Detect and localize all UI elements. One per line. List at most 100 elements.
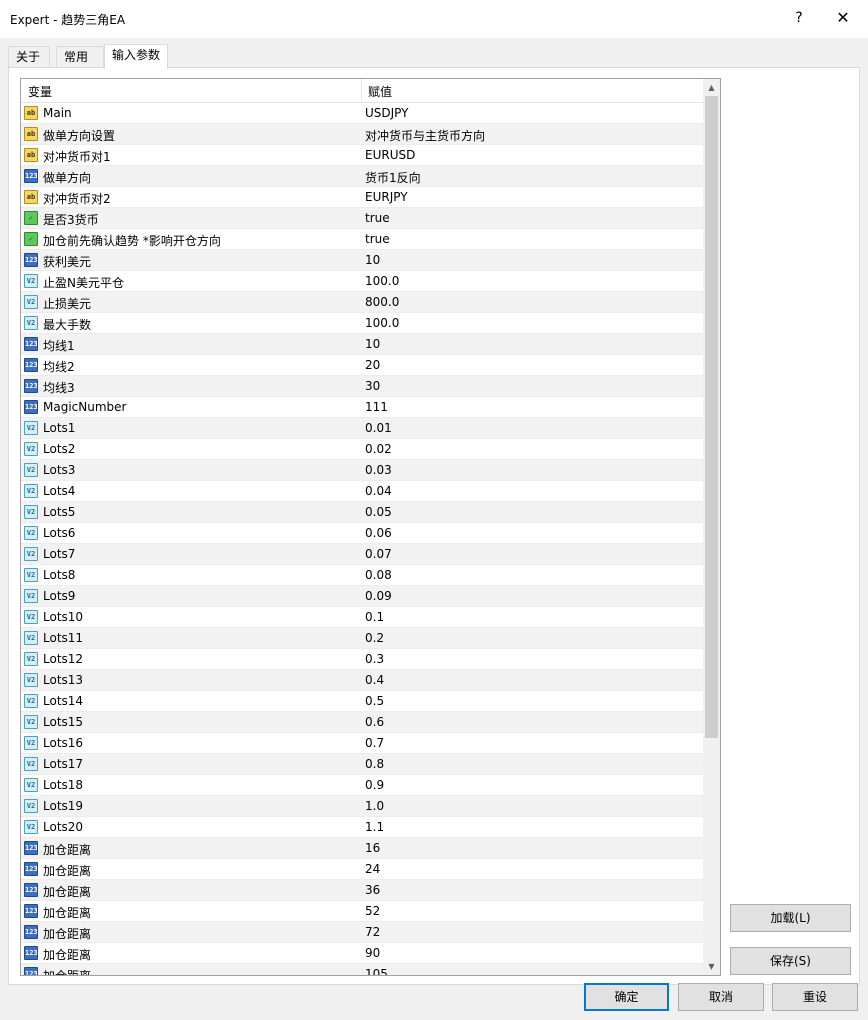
parameter-value[interactable]: 72: [365, 925, 380, 939]
vertical-scrollbar[interactable]: ▲ ▼: [703, 79, 720, 975]
parameter-value[interactable]: 24: [365, 862, 380, 876]
help-icon[interactable]: ?: [788, 7, 810, 29]
parameter-value[interactable]: 20: [365, 358, 380, 372]
parameter-value[interactable]: 90: [365, 946, 380, 960]
table-row[interactable]: V2 Lots15 0.6: [21, 712, 703, 733]
table-row[interactable]: V2 Lots16 0.7: [21, 733, 703, 754]
column-divider[interactable]: [361, 79, 362, 103]
table-row[interactable]: 123 加仓距离 90: [21, 943, 703, 964]
table-row[interactable]: ab Main USDJPY: [21, 103, 703, 124]
parameter-value[interactable]: 36: [365, 883, 380, 897]
scroll-thumb[interactable]: [705, 96, 718, 738]
parameter-value[interactable]: 货币1反向: [365, 169, 421, 186]
parameter-value[interactable]: 52: [365, 904, 380, 918]
table-row[interactable]: V2 Lots1 0.01: [21, 418, 703, 439]
parameter-value[interactable]: true: [365, 211, 390, 225]
tab-common[interactable]: 常用: [56, 46, 104, 68]
table-row[interactable]: V2 Lots3 0.03: [21, 460, 703, 481]
parameter-value[interactable]: 100.0: [365, 316, 399, 330]
parameter-value[interactable]: 0.3: [365, 652, 384, 666]
column-header-value[interactable]: 赋值: [368, 83, 392, 100]
parameter-value[interactable]: EURUSD: [365, 148, 415, 162]
table-row[interactable]: V2 Lots2 0.02: [21, 439, 703, 460]
parameter-value[interactable]: 0.08: [365, 568, 392, 582]
scroll-down-icon[interactable]: ▼: [703, 958, 720, 975]
scroll-up-icon[interactable]: ▲: [703, 79, 720, 96]
table-row[interactable]: V2 Lots11 0.2: [21, 628, 703, 649]
parameter-value[interactable]: EURJPY: [365, 190, 408, 204]
parameter-value[interactable]: 0.02: [365, 442, 392, 456]
table-row[interactable]: V2 Lots13 0.4: [21, 670, 703, 691]
parameter-value[interactable]: 10: [365, 337, 380, 351]
parameter-value[interactable]: 0.5: [365, 694, 384, 708]
parameter-value[interactable]: 1.0: [365, 799, 384, 813]
parameter-value[interactable]: 0.09: [365, 589, 392, 603]
load-button[interactable]: 加载(L): [730, 904, 851, 932]
table-row[interactable]: 123 加仓距离 105: [21, 964, 703, 975]
parameter-value[interactable]: 0.8: [365, 757, 384, 771]
table-row[interactable]: 123 获利美元 10: [21, 250, 703, 271]
parameter-value[interactable]: 0.4: [365, 673, 384, 687]
parameter-value[interactable]: 0.03: [365, 463, 392, 477]
table-row[interactable]: V2 止盈N美元平仓 100.0: [21, 271, 703, 292]
table-row[interactable]: 123 均线3 30: [21, 376, 703, 397]
table-row[interactable]: V2 最大手数 100.0: [21, 313, 703, 334]
table-row[interactable]: V2 Lots9 0.09: [21, 586, 703, 607]
table-row[interactable]: V2 Lots19 1.0: [21, 796, 703, 817]
table-row[interactable]: 123 做单方向 货币1反向: [21, 166, 703, 187]
ok-button[interactable]: 确定: [584, 983, 669, 1011]
table-row[interactable]: V2 止损美元 800.0: [21, 292, 703, 313]
table-row[interactable]: ab 对冲货币对1 EURUSD: [21, 145, 703, 166]
table-row[interactable]: V2 Lots10 0.1: [21, 607, 703, 628]
tab-about[interactable]: 关于: [8, 46, 50, 68]
table-row[interactable]: V2 Lots17 0.8: [21, 754, 703, 775]
table-row[interactable]: 123 加仓距离 24: [21, 859, 703, 880]
parameter-value[interactable]: 0.05: [365, 505, 392, 519]
parameter-value[interactable]: 0.07: [365, 547, 392, 561]
parameter-value[interactable]: 0.01: [365, 421, 392, 435]
parameters-list[interactable]: 变量 赋值 ab Main USDJPY ab 做单方向设置 对冲货币与主货币方向 ab 对冲…: [20, 78, 721, 976]
table-row[interactable]: 123 均线1 10: [21, 334, 703, 355]
parameter-value[interactable]: 对冲货币与主货币方向: [365, 127, 485, 144]
parameter-value[interactable]: 105: [365, 967, 388, 975]
parameter-value[interactable]: 0.9: [365, 778, 384, 792]
table-row[interactable]: V2 Lots18 0.9: [21, 775, 703, 796]
table-row[interactable]: V2 Lots5 0.05: [21, 502, 703, 523]
table-row[interactable]: 123 MagicNumber 111: [21, 397, 703, 418]
parameter-value[interactable]: 800.0: [365, 295, 399, 309]
reset-button[interactable]: 重设: [772, 983, 858, 1011]
table-row[interactable]: ✓ 是否3货币 true: [21, 208, 703, 229]
table-row[interactable]: V2 Lots14 0.5: [21, 691, 703, 712]
table-row[interactable]: 123 加仓距离 72: [21, 922, 703, 943]
parameter-value[interactable]: 30: [365, 379, 380, 393]
parameter-value[interactable]: 16: [365, 841, 380, 855]
cancel-button[interactable]: 取消: [678, 983, 764, 1011]
table-row[interactable]: V2 Lots6 0.06: [21, 523, 703, 544]
table-row[interactable]: ✓ 加仓前先确认趋势 *影响开仓方向 true: [21, 229, 703, 250]
column-header-variable[interactable]: 变量: [28, 83, 52, 100]
table-row[interactable]: 123 均线2 20: [21, 355, 703, 376]
table-row[interactable]: V2 Lots4 0.04: [21, 481, 703, 502]
parameter-value[interactable]: USDJPY: [365, 106, 408, 120]
table-row[interactable]: ab 做单方向设置 对冲货币与主货币方向: [21, 124, 703, 145]
parameter-value[interactable]: true: [365, 232, 390, 246]
parameter-value[interactable]: 0.7: [365, 736, 384, 750]
parameter-value[interactable]: 0.06: [365, 526, 392, 540]
table-row[interactable]: V2 Lots7 0.07: [21, 544, 703, 565]
table-row[interactable]: ab 对冲货币对2 EURJPY: [21, 187, 703, 208]
parameter-value[interactable]: 1.1: [365, 820, 384, 834]
tab-inputs[interactable]: 输入参数: [104, 44, 168, 69]
parameter-value[interactable]: 0.2: [365, 631, 384, 645]
close-icon[interactable]: ✕: [830, 7, 856, 29]
table-row[interactable]: 123 加仓距离 52: [21, 901, 703, 922]
table-row[interactable]: V2 Lots8 0.08: [21, 565, 703, 586]
parameter-value[interactable]: 10: [365, 253, 380, 267]
table-row[interactable]: 123 加仓距离 16: [21, 838, 703, 859]
table-row[interactable]: 123 加仓距离 36: [21, 880, 703, 901]
parameter-value[interactable]: 0.04: [365, 484, 392, 498]
parameter-value[interactable]: 0.6: [365, 715, 384, 729]
parameter-value[interactable]: 0.1: [365, 610, 384, 624]
parameter-value[interactable]: 111: [365, 400, 388, 414]
save-button[interactable]: 保存(S): [730, 947, 851, 975]
table-row[interactable]: V2 Lots20 1.1: [21, 817, 703, 838]
